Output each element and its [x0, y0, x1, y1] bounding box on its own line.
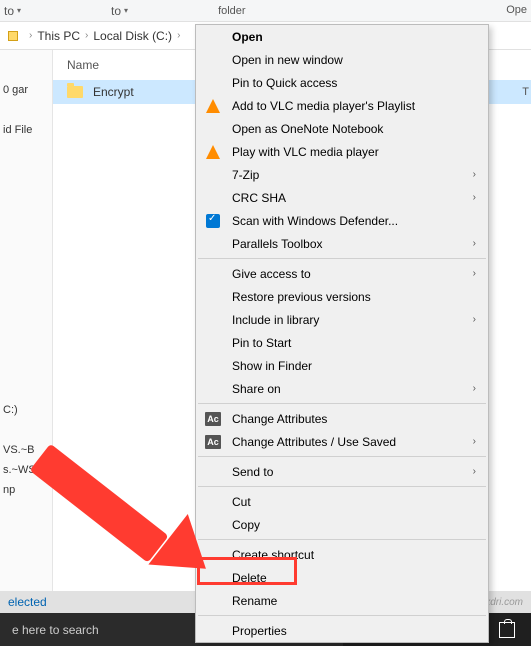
- chevron-right-icon: ›: [177, 30, 180, 41]
- tree-item[interactable]: np: [0, 480, 52, 500]
- context-menu: Open Open in new window Pin to Quick acc…: [195, 24, 489, 643]
- menu-separator: [198, 258, 486, 259]
- menu-7zip[interactable]: 7-Zip›: [196, 163, 488, 186]
- menu-show-finder[interactable]: Show in Finder: [196, 354, 488, 377]
- ac-icon: Ac: [204, 433, 222, 451]
- menu-create-shortcut[interactable]: Create shortcut: [196, 543, 488, 566]
- column-type-partial: T: [522, 86, 529, 98]
- menu-rename[interactable]: Rename: [196, 589, 488, 612]
- menu-onenote[interactable]: Open as OneNote Notebook: [196, 117, 488, 140]
- ribbon-bar: to▾ to▾ folder: [0, 0, 531, 22]
- menu-restore-versions[interactable]: Restore previous versions: [196, 285, 488, 308]
- breadcrumb-thispc[interactable]: This PC: [37, 29, 80, 43]
- navigation-tree[interactable]: 0 gar id File C:) VS.~B s.~WS np: [0, 50, 53, 595]
- tree-item[interactable]: s.~WS: [0, 460, 52, 480]
- chevron-right-icon: ›: [473, 192, 476, 203]
- menu-separator: [198, 486, 486, 487]
- chevron-right-icon: ›: [473, 169, 476, 180]
- menu-include-library[interactable]: Include in library›: [196, 308, 488, 331]
- tree-item[interactable]: VS.~B: [0, 440, 52, 460]
- menu-give-access[interactable]: Give access to›: [196, 262, 488, 285]
- menu-pin-start[interactable]: Pin to Start: [196, 331, 488, 354]
- breadcrumb-drive[interactable]: Local Disk (C:): [93, 29, 172, 43]
- chevron-right-icon: ›: [473, 268, 476, 279]
- menu-separator: [198, 615, 486, 616]
- ribbon-to-1[interactable]: to▾: [4, 4, 21, 18]
- tree-item[interactable]: C:): [0, 400, 52, 420]
- menu-send-to[interactable]: Send to›: [196, 460, 488, 483]
- menu-pin-quick-access[interactable]: Pin to Quick access: [196, 71, 488, 94]
- vlc-icon: [204, 143, 222, 161]
- ribbon-to-2[interactable]: to▾: [111, 4, 128, 18]
- menu-change-attributes[interactable]: AcChange Attributes: [196, 407, 488, 430]
- menu-delete[interactable]: Delete: [196, 566, 488, 589]
- file-name-label: Encrypt: [93, 85, 134, 99]
- menu-copy[interactable]: Copy: [196, 513, 488, 536]
- menu-cut[interactable]: Cut: [196, 490, 488, 513]
- menu-change-attributes-saved[interactable]: AcChange Attributes / Use Saved›: [196, 430, 488, 453]
- menu-crc-sha[interactable]: CRC SHA›: [196, 186, 488, 209]
- chevron-down-icon: ▾: [17, 6, 21, 15]
- chevron-right-icon: ›: [85, 30, 88, 41]
- tree-item[interactable]: 0 gar: [0, 80, 52, 100]
- drive-icon: [8, 31, 18, 41]
- menu-separator: [198, 539, 486, 540]
- menu-share-on[interactable]: Share on›: [196, 377, 488, 400]
- chevron-right-icon: ›: [473, 436, 476, 447]
- store-icon[interactable]: [499, 622, 515, 638]
- tree-item[interactable]: id File: [0, 120, 52, 140]
- chevron-down-icon: ▾: [124, 6, 128, 15]
- menu-separator: [198, 403, 486, 404]
- ribbon-open-partial: Ope: [506, 4, 527, 16]
- chevron-right-icon: ›: [473, 466, 476, 477]
- menu-defender[interactable]: Scan with Windows Defender...: [196, 209, 488, 232]
- status-selected: elected: [8, 595, 47, 609]
- menu-open[interactable]: Open: [196, 25, 488, 48]
- vlc-icon: [204, 97, 222, 115]
- menu-parallels[interactable]: Parallels Toolbox›: [196, 232, 488, 255]
- defender-icon: [204, 212, 222, 230]
- menu-separator: [198, 456, 486, 457]
- menu-vlc-add[interactable]: Add to VLC media player's Playlist: [196, 94, 488, 117]
- ribbon-folder-label: folder: [218, 5, 246, 17]
- chevron-right-icon: ›: [473, 314, 476, 325]
- chevron-right-icon: ›: [473, 238, 476, 249]
- chevron-right-icon: ›: [29, 30, 32, 41]
- folder-icon: [67, 86, 83, 98]
- ac-icon: Ac: [204, 410, 222, 428]
- menu-open-new-window[interactable]: Open in new window: [196, 48, 488, 71]
- menu-properties[interactable]: Properties: [196, 619, 488, 642]
- chevron-right-icon: ›: [473, 383, 476, 394]
- menu-vlc-play[interactable]: Play with VLC media player: [196, 140, 488, 163]
